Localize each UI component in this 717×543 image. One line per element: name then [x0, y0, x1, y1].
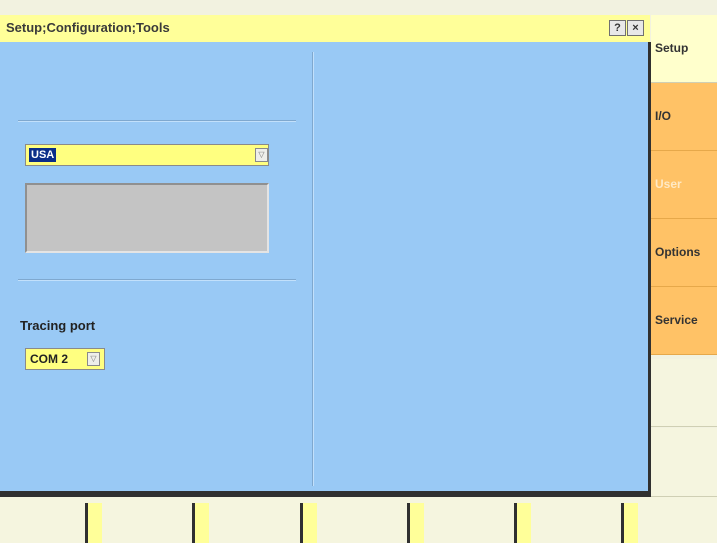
window-title: Setup;Configuration;Tools — [6, 20, 170, 35]
separator-top — [18, 120, 296, 122]
help-button[interactable]: ? — [609, 20, 626, 36]
chevron-down-icon[interactable]: ▽ — [87, 352, 100, 366]
tab-user[interactable]: User — [651, 151, 717, 219]
tab-setup[interactable]: Setup — [651, 15, 717, 83]
tracing-port-label: Tracing port — [20, 318, 96, 333]
softkey-accent — [303, 503, 317, 543]
country-dropdown[interactable]: USA ▽ — [25, 144, 269, 166]
help-icon: ? — [614, 22, 621, 34]
vertical-divider — [312, 52, 314, 486]
title-bar: Setup;Configuration;Tools ? × — [0, 15, 650, 42]
close-icon: × — [632, 22, 639, 34]
tab-options[interactable]: Options — [651, 219, 717, 287]
tracing-port-value: COM 2 — [30, 352, 69, 366]
tab-empty-2[interactable] — [651, 428, 717, 497]
softkey-accent — [517, 503, 531, 543]
tracing-port-dropdown[interactable]: COM 2 ▽ — [25, 348, 105, 370]
separator-middle — [18, 279, 296, 281]
softkey-accent — [624, 503, 638, 543]
country-selected-value: USA — [29, 148, 57, 162]
tab-empty-1[interactable] — [651, 359, 717, 427]
close-button[interactable]: × — [627, 20, 644, 36]
main-panel — [0, 42, 648, 491]
softkey-accent — [195, 503, 209, 543]
tab-io[interactable]: I/O — [651, 83, 717, 151]
tab-service[interactable]: Service — [651, 287, 717, 355]
softkey-accent — [88, 503, 102, 543]
softkey-bar — [0, 497, 717, 543]
info-box — [25, 183, 269, 253]
chevron-down-icon[interactable]: ▽ — [255, 148, 268, 162]
softkey-accent — [410, 503, 424, 543]
